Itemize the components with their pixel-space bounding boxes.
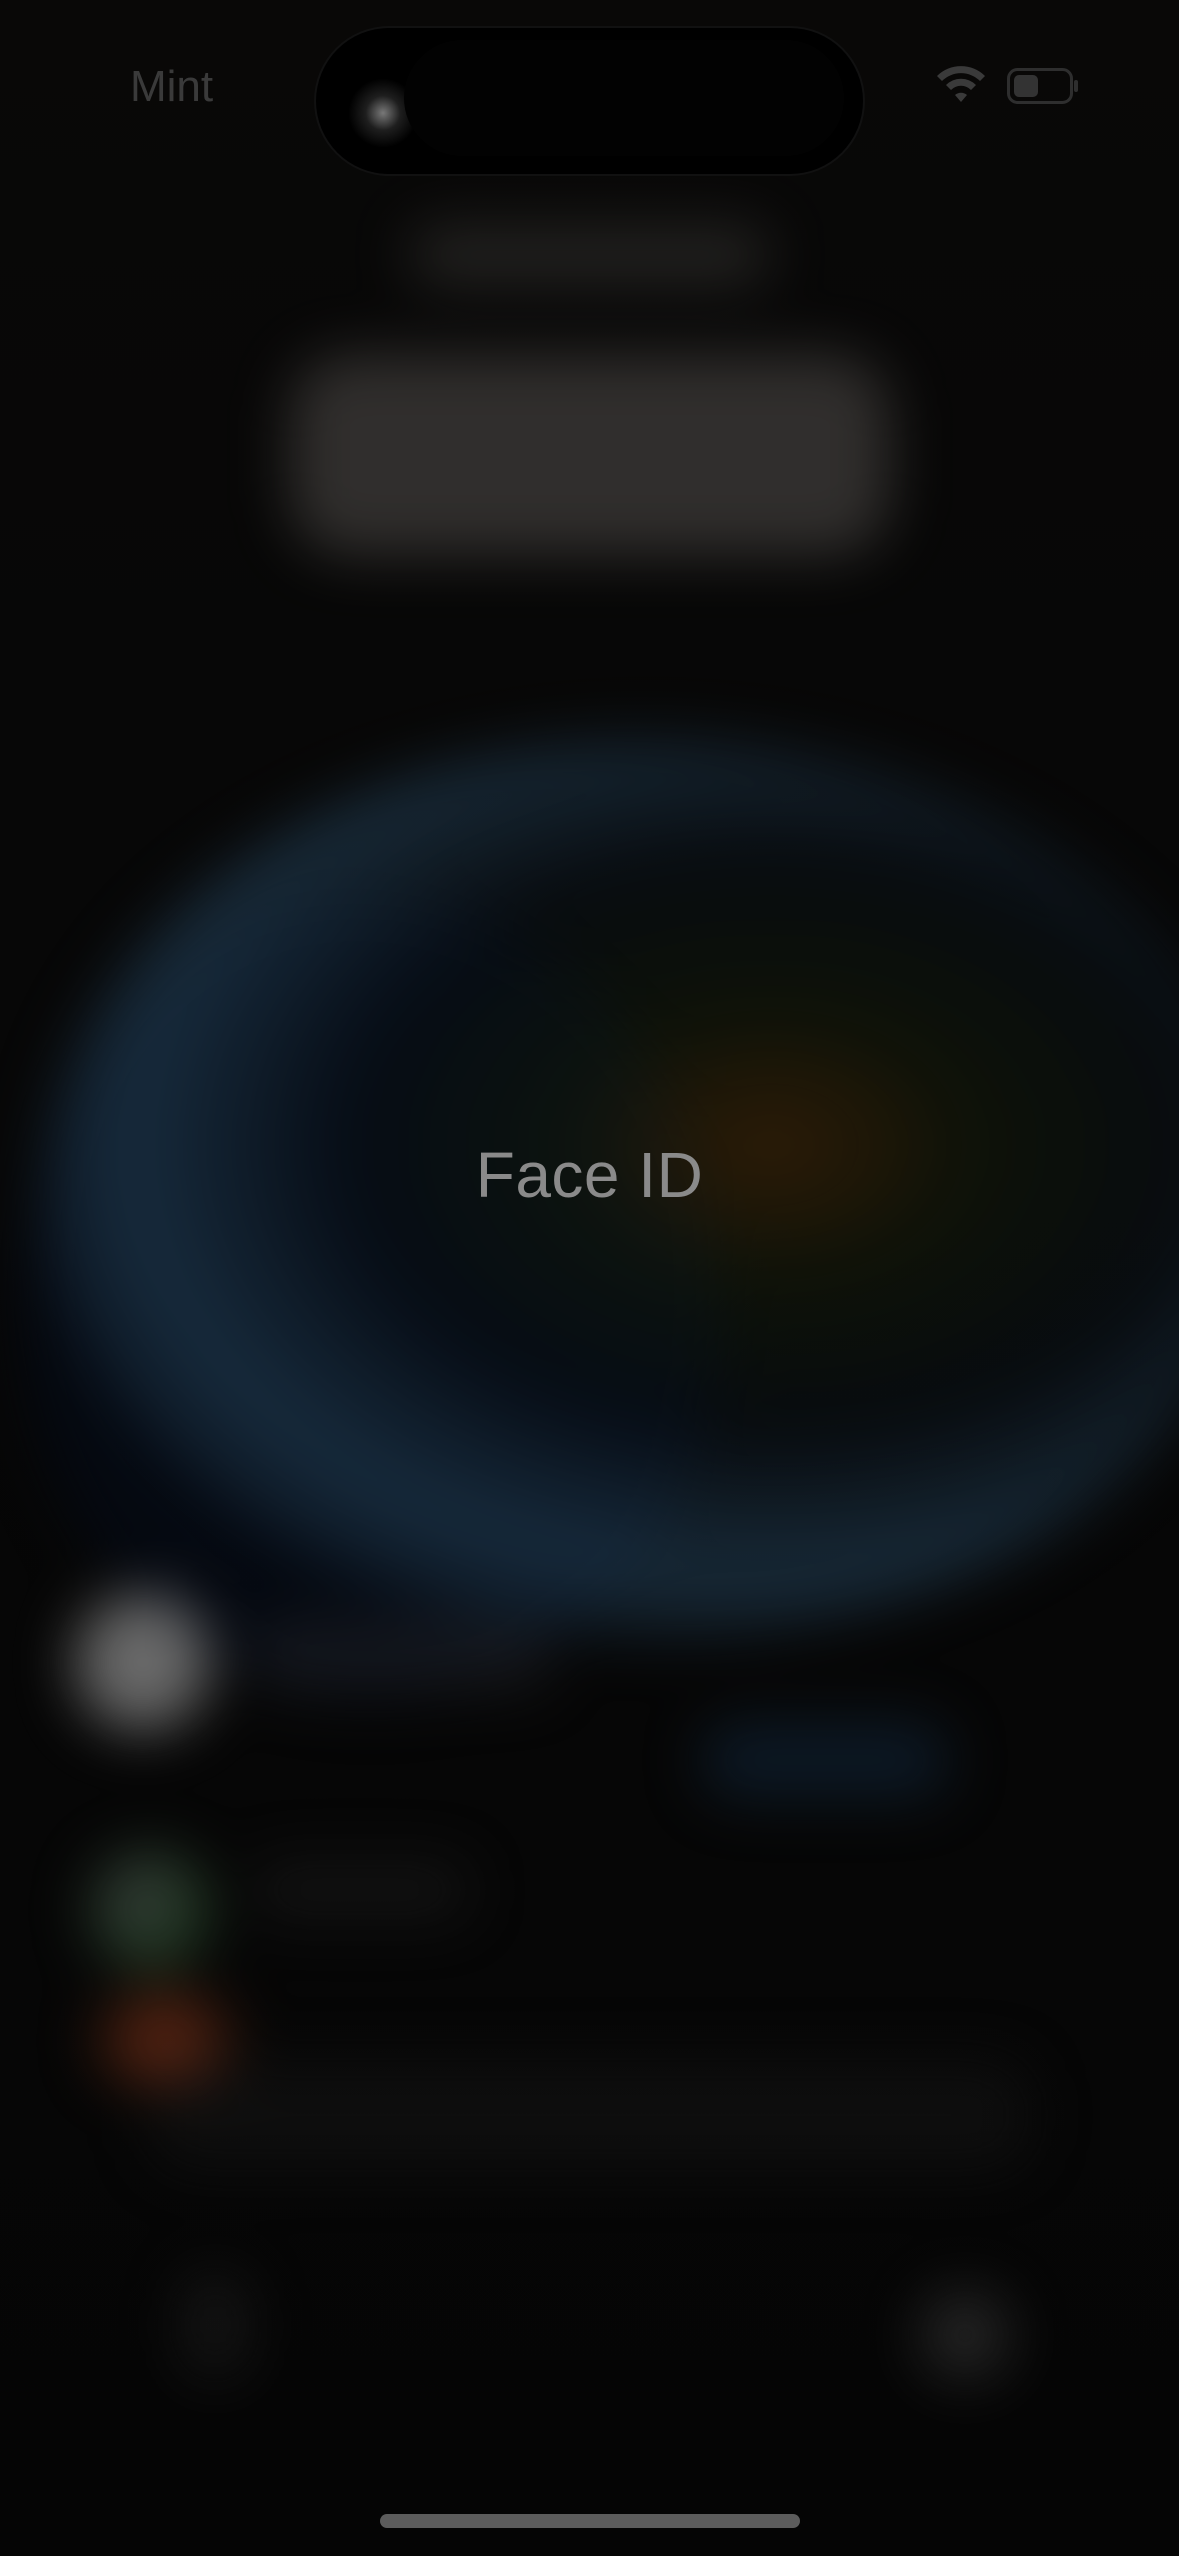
face-id-label: Face ID (475, 1139, 704, 1211)
lock-screen: Mint Face ID (0, 0, 1179, 2556)
dim-overlay (0, 0, 1179, 2556)
wifi-icon (937, 66, 985, 102)
dynamic-island-inner (404, 40, 844, 156)
home-indicator[interactable] (380, 2514, 800, 2528)
carrier-label: Mint (130, 62, 214, 111)
battery-icon (1007, 68, 1078, 104)
